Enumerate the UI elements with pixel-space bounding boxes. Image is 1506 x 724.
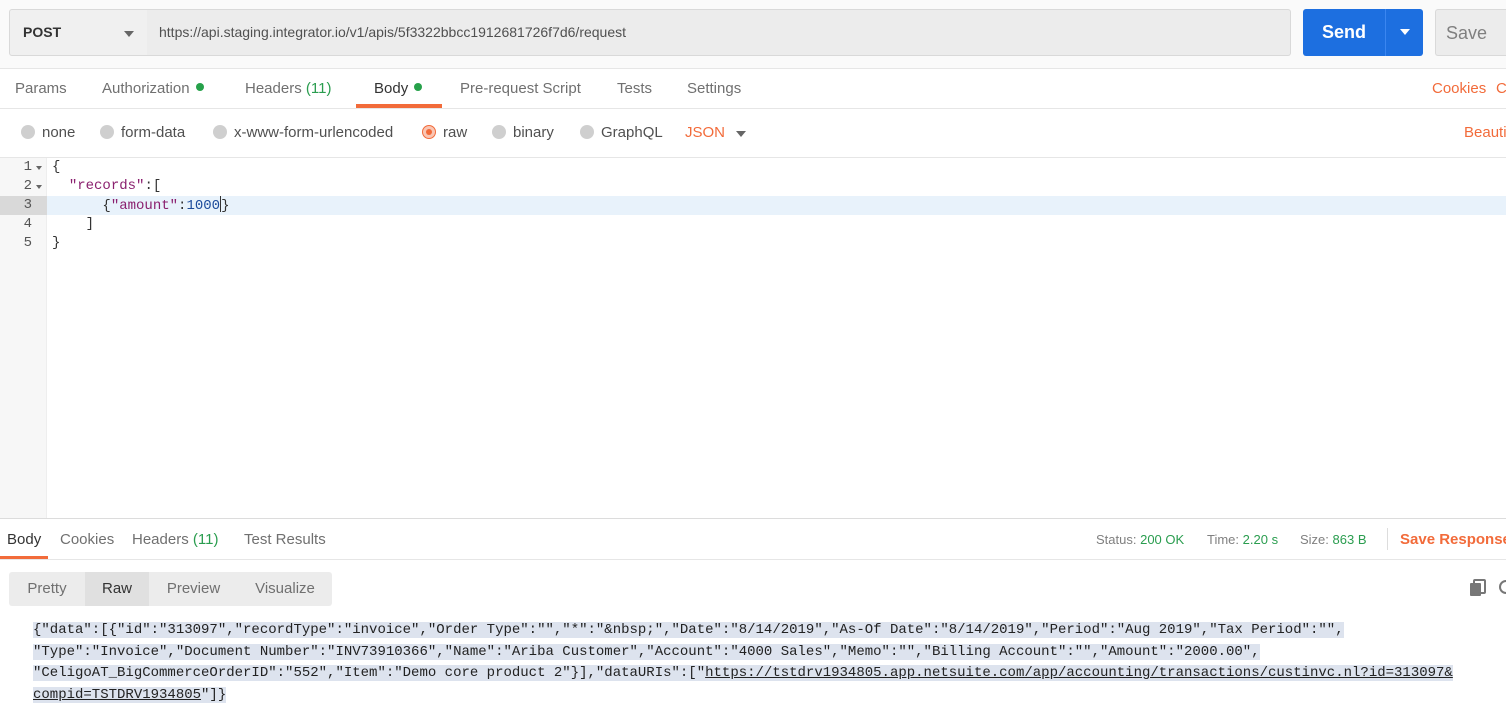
search-icon[interactable]	[1499, 580, 1506, 594]
response-line: compid=TSTDRV1934805"]}	[33, 686, 227, 703]
response-headers-count: (11)	[192, 531, 219, 548]
send-options-button[interactable]	[1386, 9, 1423, 56]
status-value: 200 OK	[1140, 532, 1185, 547]
chevron-down-icon	[1400, 29, 1410, 35]
radio-icon	[580, 125, 594, 139]
active-tab-indicator	[356, 104, 442, 108]
time-readout[interactable]: Time: 2.20 s	[1207, 532, 1278, 547]
response-body[interactable]: {"data":[{"id":"313097","recordType":"in…	[33, 620, 1503, 706]
active-tab-indicator	[0, 556, 48, 559]
code-line: 1 {	[0, 158, 1506, 177]
size-readout[interactable]: Size: 863 B	[1300, 532, 1367, 547]
status-dot-icon	[195, 83, 204, 91]
chevron-down-icon	[124, 31, 134, 37]
divider	[1387, 528, 1388, 550]
view-mode-preview[interactable]: Preview	[149, 572, 238, 606]
status-label: Status:	[1096, 532, 1137, 547]
size-value: 863 B	[1332, 532, 1367, 547]
url-input[interactable]: https://api.staging.integrator.io/v1/api…	[147, 9, 1291, 56]
tab-params[interactable]: Params	[15, 80, 67, 97]
response-tab-headers[interactable]: Headers (11)	[132, 531, 218, 548]
request-tabs: Params Authorization Headers (11) Body P…	[0, 69, 1506, 109]
copy-icon[interactable]	[1469, 579, 1487, 597]
request-bar: POST https://api.staging.integrator.io/v…	[0, 0, 1506, 69]
code-line: 2 "records":[	[0, 177, 1506, 196]
radio-none-label: none	[42, 124, 76, 141]
line-number: 3	[23, 197, 32, 213]
response-tab-cookies[interactable]: Cookies	[60, 531, 114, 548]
response-tab-headers-label: Headers	[132, 531, 189, 548]
radio-selected-icon	[422, 125, 436, 139]
save-label: Save	[1446, 23, 1488, 43]
response-link[interactable]: https://tstdrv1934805.app.netsuite.com/a…	[705, 665, 1453, 681]
radio-form-data-label: form-data	[121, 124, 186, 141]
method-label: POST	[23, 24, 62, 40]
line-number: 2	[23, 178, 32, 194]
fold-arrow-icon[interactable]	[36, 185, 42, 189]
code-line-active: 3 {"amount":1000}	[0, 196, 1506, 215]
tab-authorization[interactable]: Authorization	[102, 80, 204, 97]
body-type-row: none form-data x-www-form-urlencoded raw…	[0, 109, 1506, 158]
tab-tests[interactable]: Tests	[617, 80, 652, 97]
language-select[interactable]: JSON	[685, 124, 725, 141]
tab-body-label: Body	[374, 80, 409, 97]
code-text: }	[52, 235, 61, 251]
radio-binary-label: binary	[513, 124, 554, 141]
radio-icon	[21, 125, 35, 139]
radio-raw-label: raw	[443, 124, 468, 141]
tab-headers-label: Headers	[245, 80, 302, 97]
view-mode-raw[interactable]: Raw	[85, 572, 149, 606]
chevron-down-icon[interactable]	[736, 131, 746, 137]
radio-urlencoded-label: x-www-form-urlencoded	[234, 124, 394, 141]
tab-settings[interactable]: Settings	[687, 80, 741, 97]
response-link[interactable]: compid=TSTDRV1934805	[33, 686, 202, 703]
send-label: Send	[1321, 22, 1366, 42]
response-tab-test-results[interactable]: Test Results	[244, 531, 326, 548]
size-label: Size:	[1300, 532, 1329, 547]
url-text: https://api.staging.integrator.io/v1/api…	[159, 24, 627, 40]
code-line: 5 }	[0, 234, 1506, 253]
send-button[interactable]: Send	[1303, 9, 1423, 56]
code-link[interactable]: C	[1496, 80, 1506, 97]
tab-authorization-label: Authorization	[102, 80, 190, 97]
radio-icon	[213, 125, 227, 139]
code-line: 4 ]	[0, 215, 1506, 234]
response-tab-body[interactable]: Body	[7, 531, 41, 548]
method-select[interactable]: POST	[9, 9, 148, 56]
time-value: 2.20 s	[1242, 532, 1279, 547]
view-mode-group: Pretty Raw Preview Visualize	[9, 572, 332, 606]
status-dot-icon	[414, 83, 423, 91]
radio-icon	[492, 125, 506, 139]
radio-icon	[100, 125, 114, 139]
response-line: {"data":[{"id":"313097","recordType":"in…	[33, 622, 1344, 638]
line-number: 1	[23, 159, 32, 175]
view-mode-visualize[interactable]: Visualize	[238, 572, 332, 606]
line-number: 4	[23, 216, 32, 232]
tab-body[interactable]: Body	[374, 80, 423, 97]
code-text: {	[52, 159, 61, 175]
code-text: ]	[85, 216, 95, 232]
response-line: "Type":"Invoice","Document Number":"INV7…	[33, 643, 1260, 660]
tab-prerequest-script[interactable]: Pre-request Script	[460, 80, 581, 97]
code-editor[interactable]: 1 { 2 "records":[ 3 {"amount":1000} 4 ] …	[0, 158, 1506, 519]
status-readout: Status: 200 OK	[1096, 532, 1184, 547]
save-button[interactable]: Save	[1435, 9, 1506, 56]
code-text: "records":[	[68, 178, 162, 194]
fold-arrow-icon[interactable]	[36, 166, 42, 170]
tab-headers[interactable]: Headers (11)	[245, 80, 331, 97]
headers-count: (11)	[305, 80, 332, 97]
code-text: {"amount":1000}	[102, 196, 230, 214]
save-response-button[interactable]: Save Response	[1400, 531, 1506, 548]
line-number: 5	[23, 235, 32, 251]
beautify-link[interactable]: Beauti	[1464, 124, 1506, 141]
time-label: Time:	[1207, 532, 1240, 547]
view-mode-pretty[interactable]: Pretty	[9, 572, 85, 606]
response-line: "CeligoAT_BigCommerceOrderID":"552","Ite…	[33, 665, 1453, 681]
radio-graphql-label: GraphQL	[601, 124, 663, 141]
response-tabs: Body Cookies Headers (11) Test Results S…	[0, 519, 1506, 560]
cookies-link[interactable]: Cookies	[1432, 80, 1486, 97]
